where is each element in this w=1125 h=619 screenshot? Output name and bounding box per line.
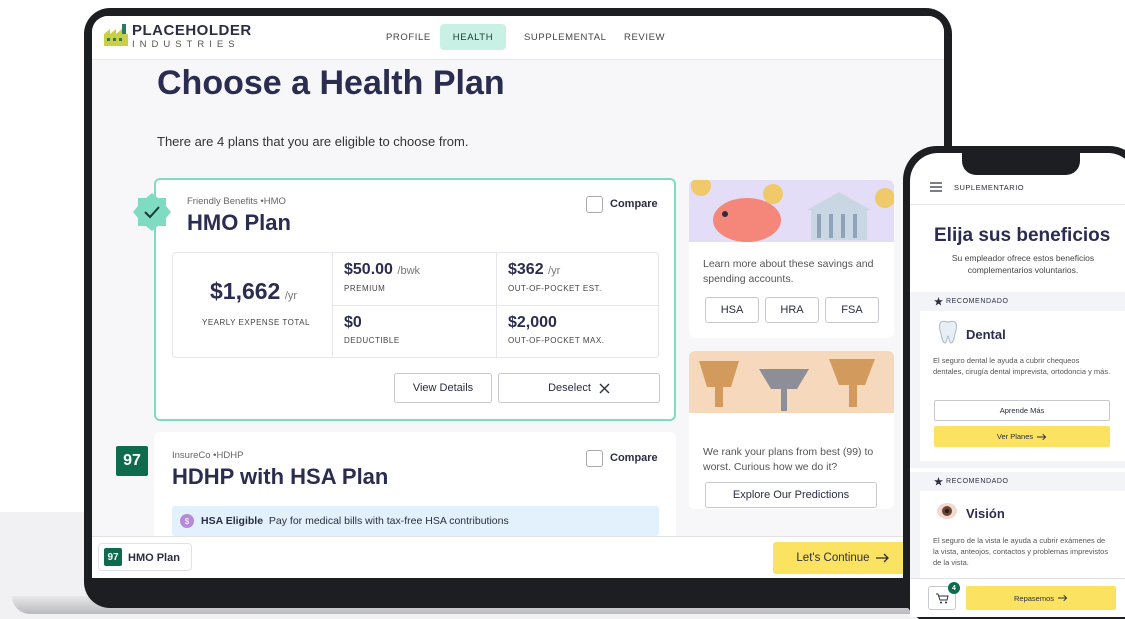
hra-button[interactable]: HRA bbox=[765, 297, 819, 323]
premium-value: $50.00 bbox=[344, 261, 393, 278]
continue-label: Let's Continue bbox=[796, 552, 870, 564]
phone-nav-label: SUPLEMENTARIO bbox=[954, 183, 1025, 192]
oop-estimate-value: $362 bbox=[508, 261, 544, 278]
oop-estimate-label: OUT-OF-POCKET EST. bbox=[508, 284, 602, 293]
hsa-eligible-text: HSA Eligible Pay for medical bills with … bbox=[201, 515, 509, 527]
vision-title: Visión bbox=[966, 506, 1005, 521]
app-header: PLACEHOLDER INDUSTRIES PROFILE HEALTH SU… bbox=[92, 16, 944, 60]
view-details-button[interactable]: View Details bbox=[394, 373, 492, 403]
plan-name: HMO Plan bbox=[187, 210, 291, 235]
yearly-total-label: YEARLY EXPENSE TOTAL bbox=[202, 318, 310, 327]
yearly-total-unit: /yr bbox=[284, 290, 298, 302]
savings-accounts-card: Learn more about these savings and spend… bbox=[689, 180, 894, 338]
yearly-total: $1,662 /yr bbox=[210, 278, 297, 305]
selected-check-icon bbox=[133, 193, 171, 231]
dental-title: Dental bbox=[966, 327, 1006, 342]
arrow-right-icon bbox=[1058, 594, 1068, 602]
fsa-label: FSA bbox=[841, 304, 863, 316]
stats-divider bbox=[332, 305, 659, 306]
hsa-eligible-title: HSA Eligible bbox=[201, 515, 264, 527]
learn-more-label: Aprende Más bbox=[999, 406, 1045, 415]
compare-checkbox[interactable] bbox=[586, 450, 603, 467]
deselect-label: Deselect bbox=[548, 382, 591, 394]
star-icon bbox=[934, 477, 943, 486]
continue-button[interactable]: Let's Continue bbox=[773, 542, 913, 574]
nav-tab-health-label: HEALTH bbox=[452, 31, 494, 43]
view-plans-label: Ver Planes bbox=[996, 432, 1034, 441]
oop-estimate-unit: /yr bbox=[548, 265, 561, 277]
plan-score-badge: 97 bbox=[116, 446, 148, 476]
plan-provider: InsureCo •HDHP bbox=[172, 450, 244, 461]
explore-predictions-label: Explore Our Predictions bbox=[732, 489, 850, 501]
premium: $50.00 /bwk bbox=[344, 261, 420, 279]
rank-predictions-text: We rank your plans from best (99) to wor… bbox=[703, 446, 874, 473]
selected-plan-name: HMO Plan bbox=[128, 552, 180, 564]
arrow-right-icon bbox=[875, 553, 889, 563]
trophy-illustration bbox=[689, 351, 894, 413]
phone-subtitle: Su empleador ofrece estos beneficios com… bbox=[951, 253, 1095, 275]
premium-label: PREMIUM bbox=[344, 284, 386, 293]
deductible-label: DEDUCTIBLE bbox=[344, 336, 400, 345]
view-plans-button[interactable]: Ver Planes bbox=[934, 426, 1110, 447]
view-details-label: View Details bbox=[412, 382, 474, 394]
eye-icon bbox=[937, 503, 957, 519]
page-title: Choose a Health Plan bbox=[157, 64, 505, 102]
yearly-total-value: $1,662 bbox=[210, 278, 281, 304]
recommended-label: RECOMENDADO bbox=[946, 478, 1009, 485]
hra-label: HRA bbox=[780, 304, 804, 316]
arrow-right-icon bbox=[1037, 433, 1047, 440]
plan-name: HDHP with HSA Plan bbox=[172, 464, 389, 489]
logo-subtext: INDUSTRIES bbox=[132, 39, 240, 50]
deductible-value: $0 bbox=[344, 314, 362, 331]
fsa-button[interactable]: FSA bbox=[825, 297, 879, 323]
compare-label: Compare bbox=[610, 198, 658, 210]
premium-unit: /bwk bbox=[397, 265, 421, 277]
nav-tab-profile[interactable]: PROFILE bbox=[386, 32, 431, 43]
logo-text: PLACEHOLDER bbox=[132, 22, 252, 39]
phone-divider bbox=[910, 204, 1125, 205]
laptop-screen: PLACEHOLDER INDUSTRIES PROFILE HEALTH SU… bbox=[92, 16, 944, 578]
oop-max-label: OUT-OF-POCKET MAX. bbox=[508, 336, 605, 345]
recommended-label: RECOMENDADO bbox=[946, 298, 1009, 305]
hsa-label: HSA bbox=[720, 304, 744, 316]
dollar-coin-icon: $ bbox=[180, 514, 194, 528]
rank-predictions-card: We rank your plans from best (99) to wor… bbox=[689, 351, 894, 509]
savings-accounts-text: Learn more about these savings and spend… bbox=[703, 258, 874, 285]
deselect-button[interactable]: Deselect bbox=[498, 373, 660, 403]
explore-predictions-button[interactable]: Explore Our Predictions bbox=[705, 482, 877, 508]
plan-provider: Friendly Benefits •HMO bbox=[187, 196, 286, 207]
nav-tab-supplemental[interactable]: SUPPLEMENTAL bbox=[524, 32, 607, 43]
cart-icon bbox=[935, 593, 949, 603]
vision-description: El seguro de la vista le ayuda a cubrir … bbox=[933, 536, 1109, 567]
review-label: Repasemos bbox=[1013, 593, 1055, 603]
selected-plan-score: 97 bbox=[104, 548, 122, 566]
hsa-eligible-description: Pay for medical bills with tax-free HSA … bbox=[268, 515, 509, 527]
cart-count-badge: 4 bbox=[948, 582, 960, 594]
compare-checkbox[interactable] bbox=[586, 196, 603, 213]
oop-estimate: $362 /yr bbox=[508, 261, 560, 279]
hsa-button[interactable]: HSA bbox=[705, 297, 759, 323]
tooth-icon bbox=[938, 320, 958, 344]
nav-tab-health[interactable]: HEALTH bbox=[440, 24, 506, 50]
page-subtitle: There are 4 plans that you are eligible … bbox=[157, 134, 469, 149]
nav-tab-review[interactable]: REVIEW bbox=[624, 32, 665, 43]
phone-notch bbox=[962, 153, 1080, 175]
learn-more-button[interactable]: Aprende Más bbox=[934, 400, 1110, 421]
factory-logo-icon bbox=[104, 24, 128, 46]
dental-description: El seguro dental le ayuda a cubrir chequ… bbox=[933, 356, 1111, 376]
piggy-bank-illustration bbox=[689, 180, 894, 242]
stage: PLACEHOLDER INDUSTRIES PROFILE HEALTH SU… bbox=[0, 0, 1125, 619]
hamburger-menu-icon[interactable] bbox=[930, 182, 942, 192]
compare-label: Compare bbox=[610, 452, 658, 464]
review-button[interactable]: Repasemos bbox=[966, 586, 1116, 610]
phone-title: Elija sus beneficios bbox=[934, 225, 1111, 246]
close-icon bbox=[599, 383, 610, 393]
oop-max-value: $2,000 bbox=[508, 314, 557, 331]
star-icon bbox=[934, 297, 943, 306]
